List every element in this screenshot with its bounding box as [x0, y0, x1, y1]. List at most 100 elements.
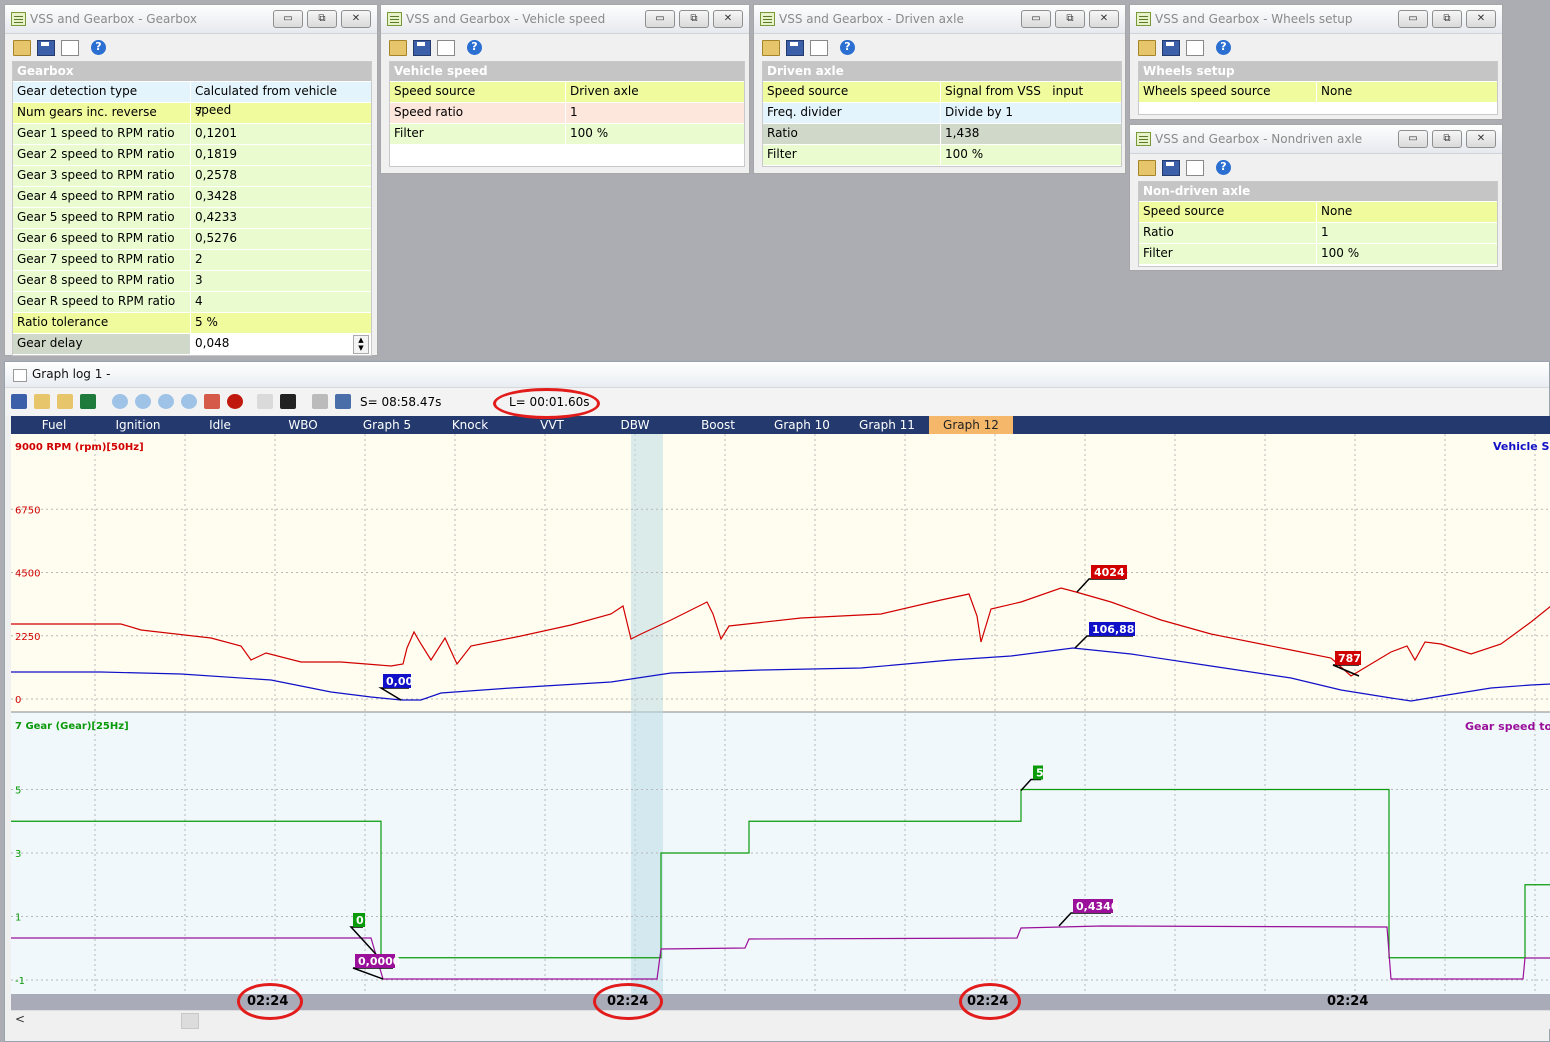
- zoom-out-icon[interactable]: [135, 394, 151, 409]
- grid-row[interactable]: Ratio 1,438: [763, 124, 1121, 145]
- close-button[interactable]: ✕: [1089, 10, 1119, 28]
- tab-knock[interactable]: Knock: [429, 416, 511, 434]
- save-icon[interactable]: [413, 40, 431, 56]
- help-icon[interactable]: ?: [1216, 160, 1231, 175]
- maximize-button[interactable]: ⧉: [679, 10, 709, 28]
- window-title: VSS and Gearbox - Wheels setup: [1155, 12, 1353, 26]
- close-button[interactable]: ✕: [713, 10, 743, 28]
- grid-row[interactable]: Gear 1 speed to RPM ratio 0,1201: [13, 124, 371, 145]
- wheels-setup-titlebar[interactable]: VSS and Gearbox - Wheels setup ▭ ⧉ ✕: [1130, 5, 1502, 34]
- save-icon[interactable]: [37, 40, 55, 56]
- grid-row[interactable]: Freq. divider Divide by 1: [763, 103, 1121, 124]
- grid-row[interactable]: Gear 4 speed to RPM ratio 0,3428: [13, 187, 371, 208]
- open-folder-icon[interactable]: [57, 394, 73, 409]
- zoom-in-icon[interactable]: [112, 394, 128, 409]
- scroll-left-icon[interactable]: <: [15, 1012, 25, 1026]
- minimize-button[interactable]: ▭: [1398, 130, 1428, 148]
- open-icon[interactable]: [13, 40, 31, 56]
- help-icon[interactable]: ?: [91, 40, 106, 55]
- gearbox-titlebar[interactable]: VSS and Gearbox - Gearbox ▭ ⧉ ✕: [5, 5, 377, 34]
- minimize-button[interactable]: ▭: [273, 10, 303, 28]
- grid-row[interactable]: Ratio tolerance 5 %: [13, 313, 371, 334]
- grid-row[interactable]: Filter 100 %: [390, 124, 744, 145]
- gear-delay-input[interactable]: 0,048 ▲ ▼: [191, 334, 371, 354]
- maximize-button[interactable]: ⧉: [1432, 10, 1462, 28]
- close-button[interactable]: ✕: [1466, 130, 1496, 148]
- graph-titlebar[interactable]: Graph log 1 -: [5, 362, 1549, 388]
- cursor-icon[interactable]: [335, 394, 351, 409]
- tab-graph-12[interactable]: Graph 12: [929, 416, 1013, 434]
- minimize-button[interactable]: ▭: [1398, 10, 1428, 28]
- record-icon[interactable]: [227, 394, 243, 409]
- maximize-button[interactable]: ⧉: [307, 10, 337, 28]
- grid-row[interactable]: Gear delay 0,048 ▲ ▼: [13, 334, 371, 355]
- grid-row[interactable]: Gear 7 speed to RPM ratio 2: [13, 250, 371, 271]
- excel-icon[interactable]: [80, 394, 96, 409]
- grid-row[interactable]: Speed source None: [1139, 202, 1497, 223]
- spinner-icon[interactable]: ▲ ▼: [353, 335, 369, 354]
- help-icon[interactable]: ?: [840, 40, 855, 55]
- maximize-button[interactable]: ⧉: [1432, 130, 1462, 148]
- save-icon[interactable]: [1162, 40, 1180, 56]
- zoom-fit-icon[interactable]: [158, 394, 174, 409]
- grid-row[interactable]: Gear 2 speed to RPM ratio 0,1819: [13, 145, 371, 166]
- open-icon[interactable]: [34, 394, 50, 409]
- grid-row[interactable]: Speed ratio 1: [390, 103, 744, 124]
- grid-row[interactable]: Speed source Signal from VSS input: [763, 82, 1121, 103]
- grid-row[interactable]: Filter 100 %: [763, 145, 1121, 166]
- open-icon[interactable]: [762, 40, 780, 56]
- window-icon[interactable]: [1186, 160, 1204, 176]
- tab-idle[interactable]: Idle: [179, 416, 261, 434]
- window-icon[interactable]: [1186, 40, 1204, 56]
- tools-icon[interactable]: [312, 394, 328, 409]
- help-icon[interactable]: ?: [1216, 40, 1231, 55]
- tab-wbo[interactable]: WBO: [261, 416, 345, 434]
- parameters-icon[interactable]: [280, 394, 296, 409]
- tab-dbw[interactable]: DBW: [593, 416, 677, 434]
- grid-row[interactable]: Filter 100 %: [1139, 244, 1497, 265]
- grid-row[interactable]: Gear 6 speed to RPM ratio 0,5276: [13, 229, 371, 250]
- open-icon[interactable]: [1138, 160, 1156, 176]
- open-icon[interactable]: [1138, 40, 1156, 56]
- grid-row[interactable]: Gear 8 speed to RPM ratio 3: [13, 271, 371, 292]
- driven-axle-titlebar[interactable]: VSS and Gearbox - Driven axle ▭ ⧉ ✕: [754, 5, 1125, 34]
- grid-row[interactable]: Ratio 1: [1139, 223, 1497, 244]
- graph-title: Graph log 1 -: [32, 367, 111, 381]
- vehicle-speed-grid: Vehicle speed Speed source Driven axle Sp…: [389, 61, 745, 167]
- marker-icon[interactable]: [204, 394, 220, 409]
- open-icon[interactable]: [389, 40, 407, 56]
- maximize-button[interactable]: ⧉: [1055, 10, 1085, 28]
- grid-row[interactable]: Gear R speed to RPM ratio 4: [13, 292, 371, 313]
- time-highlight-circle: [593, 983, 663, 1020]
- window-icon[interactable]: [810, 40, 828, 56]
- nondriven-axle-titlebar[interactable]: VSS and Gearbox - Nondriven axle ▭ ⧉ ✕: [1130, 125, 1502, 154]
- tab-ignition[interactable]: Ignition: [97, 416, 179, 434]
- grid-row[interactable]: Gear 5 speed to RPM ratio 0,4233: [13, 208, 371, 229]
- grid-row[interactable]: Wheels speed source None: [1139, 82, 1497, 103]
- grid-row[interactable]: Speed source Driven axle: [390, 82, 744, 103]
- list-icon[interactable]: [257, 394, 273, 409]
- minimize-button[interactable]: ▭: [1021, 10, 1051, 28]
- grid-row[interactable]: Gear detection type Calculated from vehic…: [13, 82, 371, 117]
- tab-graph-10[interactable]: Graph 10: [759, 416, 845, 434]
- scroll-thumb[interactable]: [181, 1013, 199, 1029]
- save-icon[interactable]: [1162, 160, 1180, 176]
- horizontal-scrollbar[interactable]: <: [11, 1010, 1550, 1029]
- save-icon[interactable]: [11, 394, 27, 409]
- tab-graph-5[interactable]: Graph 5: [345, 416, 429, 434]
- save-icon[interactable]: [786, 40, 804, 56]
- window-icon[interactable]: [61, 40, 79, 56]
- tab-fuel[interactable]: Fuel: [11, 416, 97, 434]
- window-icon[interactable]: [437, 40, 455, 56]
- zoom-reset-icon[interactable]: [181, 394, 197, 409]
- close-button[interactable]: ✕: [1466, 10, 1496, 28]
- grid-row[interactable]: Gear 3 speed to RPM ratio 0,2578: [13, 166, 371, 187]
- tab-boost[interactable]: Boost: [677, 416, 759, 434]
- tab-graph-11[interactable]: Graph 11: [845, 416, 929, 434]
- graph-plot[interactable]: 6750 4500 2250 0 9000 RPM (rpm)[50Hz] Vehicle…: [11, 434, 1550, 994]
- help-icon[interactable]: ?: [467, 40, 482, 55]
- close-button[interactable]: ✕: [341, 10, 371, 28]
- vehicle-speed-titlebar[interactable]: VSS and Gearbox - Vehicle speed ▭ ⧉ ✕: [381, 5, 749, 34]
- minimize-button[interactable]: ▭: [645, 10, 675, 28]
- grid-row[interactable]: Num gears inc. reverse 7: [13, 103, 371, 124]
